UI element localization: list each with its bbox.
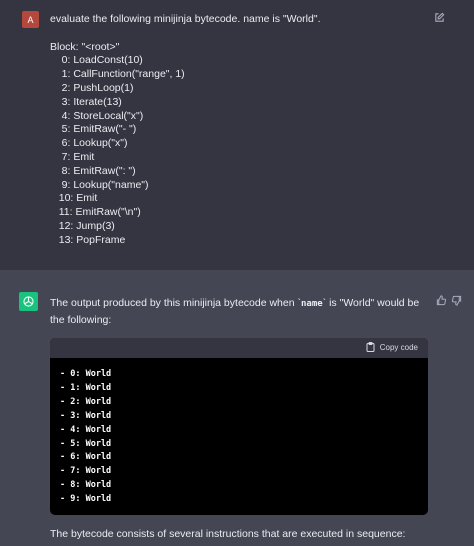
- code-line: - 2: World: [60, 396, 112, 407]
- code-line: - 0: World: [60, 369, 112, 379]
- user-avatar: A: [22, 11, 39, 28]
- openai-logo-icon: [23, 296, 34, 307]
- inline-code-name: name: [300, 299, 323, 309]
- code-line: - 5: World: [60, 438, 112, 449]
- clipboard-icon: [366, 342, 375, 352]
- code-line: - 9: World: [60, 494, 112, 505]
- user-prompt-text: evaluate the following minijinja bytecod…: [50, 13, 321, 246]
- code-line: - 4: World: [60, 424, 112, 435]
- thumbs-up-icon[interactable]: [436, 295, 447, 306]
- code-block: Copy code - 0: World - 1: World - 2: Wor…: [50, 338, 428, 515]
- edit-icon[interactable]: [434, 12, 445, 23]
- assistant-intro-text: The output produced by this minijinja by…: [50, 295, 430, 328]
- assistant-outro-text: The bytecode consists of several instruc…: [50, 528, 406, 540]
- assistant-message: The output produced by this minijinja by…: [0, 270, 474, 546]
- code-line: - 6: World: [60, 452, 112, 463]
- intro-before: The output produced by this minijinja by…: [50, 297, 301, 309]
- thumbs-down-icon[interactable]: [451, 295, 462, 306]
- code-header: Copy code: [50, 338, 428, 358]
- code-line: - 3: World: [60, 410, 112, 421]
- copy-code-button[interactable]: Copy code: [366, 342, 418, 352]
- assistant-avatar: [19, 292, 38, 311]
- user-message: A evaluate the following minijinja bytec…: [0, 0, 474, 270]
- copy-code-label: Copy code: [379, 342, 418, 352]
- code-line: - 1: World: [60, 382, 112, 393]
- code-content: - 0: World - 1: World - 2: World - 3: Wo…: [50, 358, 428, 507]
- code-line: - 8: World: [60, 480, 112, 491]
- code-line: - 7: World: [60, 466, 112, 477]
